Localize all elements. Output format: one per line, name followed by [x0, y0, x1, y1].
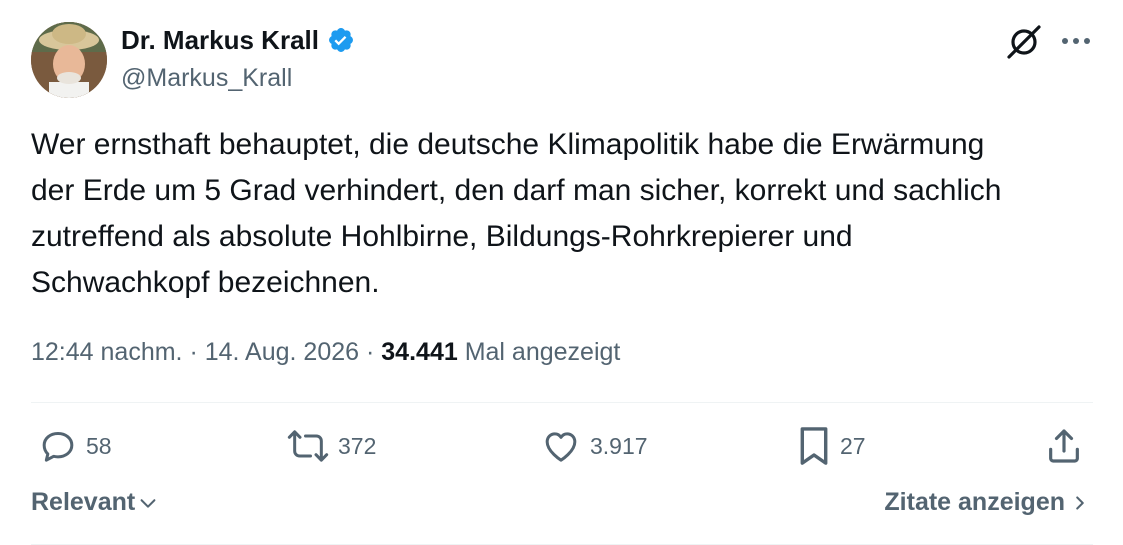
tweet-text: Wer ernsthaft behauptet, die deutsche Kl… — [31, 128, 1002, 299]
like-icon — [545, 432, 577, 462]
author-name-row: Dr. Markus Krall — [121, 24, 355, 56]
share-icon — [1049, 429, 1079, 463]
grok-icon[interactable] — [1004, 22, 1044, 62]
repost-count: 372 — [338, 432, 377, 459]
bookmark-button[interactable]: 27 — [796, 424, 866, 468]
tweet-card: Dr. Markus Krall @Markus_Krall Wer ernst… — [0, 0, 1123, 545]
repost-button[interactable]: 372 — [286, 424, 376, 468]
sort-dropdown[interactable]: Relevant — [31, 488, 159, 517]
divider — [31, 402, 1093, 403]
more-options-icon[interactable] — [1058, 26, 1094, 56]
sort-label: Relevant — [31, 488, 136, 516]
like-button[interactable]: 3.917 — [540, 424, 648, 468]
tweet-time[interactable]: 12:44 nachm. — [31, 338, 183, 366]
view-quotes-link[interactable]: Zitate anzeigen — [884, 488, 1089, 517]
repost-icon — [287, 430, 329, 462]
views-count[interactable]: 34.441 — [381, 338, 457, 366]
quotes-label: Zitate anzeigen — [884, 488, 1065, 516]
meta-separator: · — [189, 338, 198, 366]
reply-icon — [42, 432, 74, 462]
share-button[interactable] — [1044, 424, 1084, 468]
verified-badge-icon — [327, 26, 355, 54]
like-count: 3.917 — [590, 432, 648, 459]
avatar-image — [31, 22, 107, 98]
meta-separator: · — [366, 338, 375, 366]
chevron-right-icon — [1076, 495, 1084, 510]
bookmark-count: 27 — [840, 432, 866, 459]
reply-button[interactable]: 58 — [38, 424, 112, 468]
bookmark-icon — [800, 427, 828, 465]
author-display-name[interactable]: Dr. Markus Krall — [121, 24, 319, 56]
chevron-down-icon — [140, 498, 156, 508]
tweet-date[interactable]: 14. Aug. 2026 — [205, 338, 359, 366]
avatar[interactable] — [31, 22, 107, 98]
author-handle[interactable]: @Markus_Krall — [121, 62, 292, 94]
reply-count: 58 — [86, 432, 112, 459]
views-label: Mal angezeigt — [464, 338, 621, 366]
tweet-meta: 12:44 nachm. · 14. Aug. 2026 · 34.441 Ma… — [31, 334, 620, 370]
